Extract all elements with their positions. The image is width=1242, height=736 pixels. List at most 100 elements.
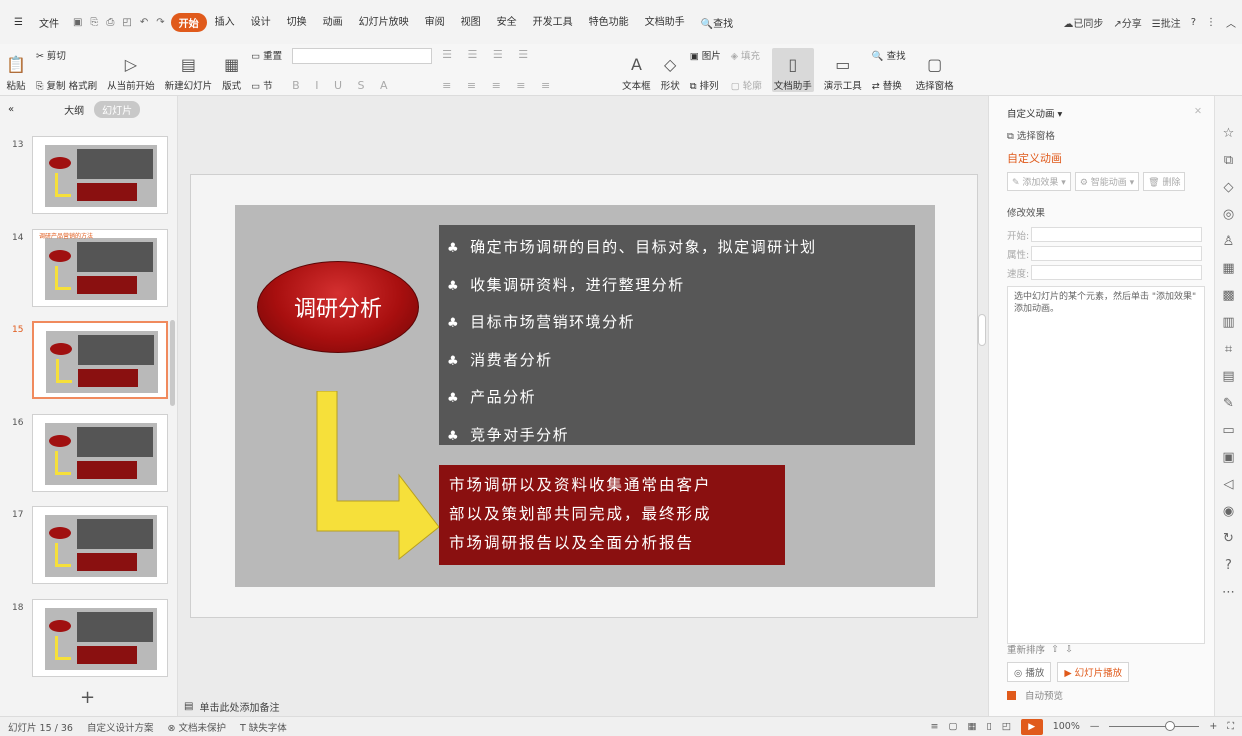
reading-view-icon[interactable]: ▯ [986,721,991,732]
tag-icon[interactable]: ⌗ [1225,342,1232,357]
ribbon-tab[interactable]: 开发工具 [525,13,581,32]
share-button[interactable]: ↗分享 [1113,15,1141,30]
transition-icon[interactable]: ⧉ [1224,153,1233,168]
zoom-in-button[interactable]: + [1209,721,1217,732]
move-up-icon[interactable]: ⇧ [1051,644,1059,655]
select-pane-button[interactable]: ▢ 选择窗格 [916,48,954,92]
sync-status[interactable]: ☁已同步 [1063,15,1103,30]
tab-outline[interactable]: 大纲 [64,102,84,117]
ribbon-tab[interactable]: 动画 [315,13,351,32]
edit-icon[interactable]: ✎ [1223,396,1234,411]
speed-select[interactable] [1031,265,1202,280]
preview-icon[interactable]: ◰ [122,17,131,28]
slideshow-play-button[interactable]: ▶ [1020,718,1043,735]
find-button[interactable]: 🔍 查找 [872,48,906,62]
shape-button[interactable]: ◇ 形状 [661,48,680,92]
audio-icon[interactable]: ◁ [1224,477,1234,492]
paste-button[interactable]: 📋 粘贴 [6,48,26,92]
sorter-view-icon[interactable]: ▦ [968,721,977,732]
gallery-icon[interactable]: ▤ [1222,369,1234,384]
location-icon[interactable]: ◎ [1223,207,1234,222]
slide-thumbnail[interactable]: 16 [8,414,168,494]
redo-icon[interactable]: ↷ [156,17,164,28]
slide-thumbnail[interactable]: 17 [8,506,168,586]
search-button[interactable]: 🔍查找 [693,15,741,30]
menu-file[interactable]: 文件 [31,15,67,30]
thumbnail-scrollbar[interactable] [170,320,175,406]
zoom-out-button[interactable]: — [1090,721,1100,732]
fill-button[interactable]: ◈ 填充 [731,48,760,62]
ribbon-tab[interactable]: 切换 [279,13,315,32]
help-circle-icon[interactable]: ? [1225,558,1232,573]
ribbon-tab[interactable]: 特色功能 [581,13,637,32]
notes-toggle-icon[interactable]: ≡ [931,721,939,732]
font-format-buttons[interactable]: B I U S A [292,79,393,92]
ribbon-tab[interactable]: 设计 [243,13,279,32]
bullet-list-box[interactable]: ♣ 确定市场调研的目的、目标对象，拟定调研计划 ♣ 收集调研资料，进行整理分析 ♣ 目标市… [439,225,915,445]
cut-button[interactable]: ✂ 剪切 [36,48,66,62]
print-icon[interactable]: ⎙ [106,17,114,28]
export-icon[interactable]: ⎘ [90,17,98,28]
picture-button[interactable]: ▣ 图片 [690,48,721,62]
history-icon[interactable]: ↻ [1223,531,1234,546]
textbox-button[interactable]: A 文本框 [622,48,651,92]
table-icon[interactable]: ▦ [1222,261,1234,276]
save-icon[interactable]: ▣ [73,17,82,28]
notes-area[interactable]: ▤ 单击此处添加备注 [178,696,988,716]
undo-icon[interactable]: ↶ [140,17,148,28]
replace-button[interactable]: ⇄ 替换 [872,78,902,92]
add-slide-button[interactable]: + [80,687,95,708]
record-icon[interactable]: ◉ [1223,504,1234,519]
animation-icon[interactable]: ☆ [1223,126,1235,141]
align-buttons[interactable]: ≡ ≡ ≡ ≡ ≡ [442,79,556,92]
comment-button[interactable]: ☰批注 [1152,15,1181,30]
slide-thumbnail[interactable]: 15 [8,321,168,401]
animation-list[interactable]: 选中幻灯片的某个元素，然后单击 "添加效果" 添加动画。 [1007,286,1205,644]
tab-slides[interactable]: 幻灯片 [94,100,141,118]
zoom-slider-knob[interactable] [1165,721,1176,731]
yellow-arrow-shape[interactable] [311,391,441,561]
chart-icon[interactable]: ▥ [1222,315,1234,330]
slideshow-button[interactable]: ▶ 幻灯片播放 [1057,662,1130,682]
canvas-scrollbar[interactable] [978,314,986,346]
missing-font-status[interactable]: T 缺失字体 [240,720,287,734]
delete-button[interactable]: 🗑 删除 [1143,172,1186,191]
layout-button[interactable]: ▦ 版式 [222,48,241,92]
panel-title-dropdown[interactable]: 自定义动画 ▾ [1007,106,1062,120]
image-icon[interactable]: ▣ [1222,450,1234,465]
add-effect-button[interactable]: ✎ 添加效果 ▾ [1007,172,1071,191]
more-dots-icon[interactable]: ⋯ [1222,585,1235,600]
zoom-slider[interactable] [1109,721,1200,731]
title-oval[interactable]: 调研分析 [257,261,419,353]
start-select[interactable] [1031,227,1202,242]
ribbon-tab[interactable]: 视图 [453,13,489,32]
ribbon-tab[interactable]: 开始 [170,12,207,32]
presenter-view-icon[interactable]: ◰ [1002,721,1011,732]
grid-icon[interactable]: ▩ [1222,288,1234,303]
section-button[interactable]: ▭ 节 [251,78,273,92]
slide-thumbnail[interactable]: 13 [8,136,168,216]
list-buttons[interactable]: ☰ ☰ ☰ ☰ [442,48,534,61]
doc-assistant-button[interactable]: ▯ 文档助手 [771,48,814,92]
ribbon-tab[interactable]: 文档助手 [637,13,693,32]
presenter-tools-button[interactable]: ▭ 演示工具 [824,48,862,92]
hamburger-icon[interactable]: ☰ [6,17,31,28]
doc-protect-status[interactable]: ⊗ 文档未保护 [167,720,226,734]
property-select[interactable] [1031,246,1202,261]
more-icon[interactable]: ⋮ [1206,17,1216,28]
person-icon[interactable]: ♙ [1223,234,1235,249]
ribbon-tab[interactable]: 审阅 [417,13,453,32]
ribbon-tab[interactable]: 安全 [489,13,525,32]
select-pane-link[interactable]: ⧉ 选择窗格 [1001,128,1202,142]
reset-button[interactable]: ▭ 重置 [251,48,282,62]
font-name-input[interactable] [292,48,433,64]
play-button[interactable]: ◎ 播放 [1007,662,1052,682]
outline-button[interactable]: ▢ 轮廓 [731,78,762,92]
close-panel-icon[interactable]: ✕ [1194,106,1202,120]
shape-tool-icon[interactable]: ◇ [1224,180,1234,195]
current-slide[interactable]: 调研分析 ♣ 确定市场调研的目的、目标对象，拟定调研计划 ♣ 收集调研资料，进行整理分… [190,174,978,618]
play-from-current-button[interactable]: ▷ 从当前开始 [107,48,155,92]
slide-thumbnail[interactable]: 14 调研产品营销的方法 [8,229,168,309]
summary-text-box[interactable]: 市场调研以及资料收集通常由客户 部以及策划部共同完成，最终形成 市场调研报告以及… [439,465,785,565]
normal-view-icon[interactable]: ▢ [949,721,958,732]
